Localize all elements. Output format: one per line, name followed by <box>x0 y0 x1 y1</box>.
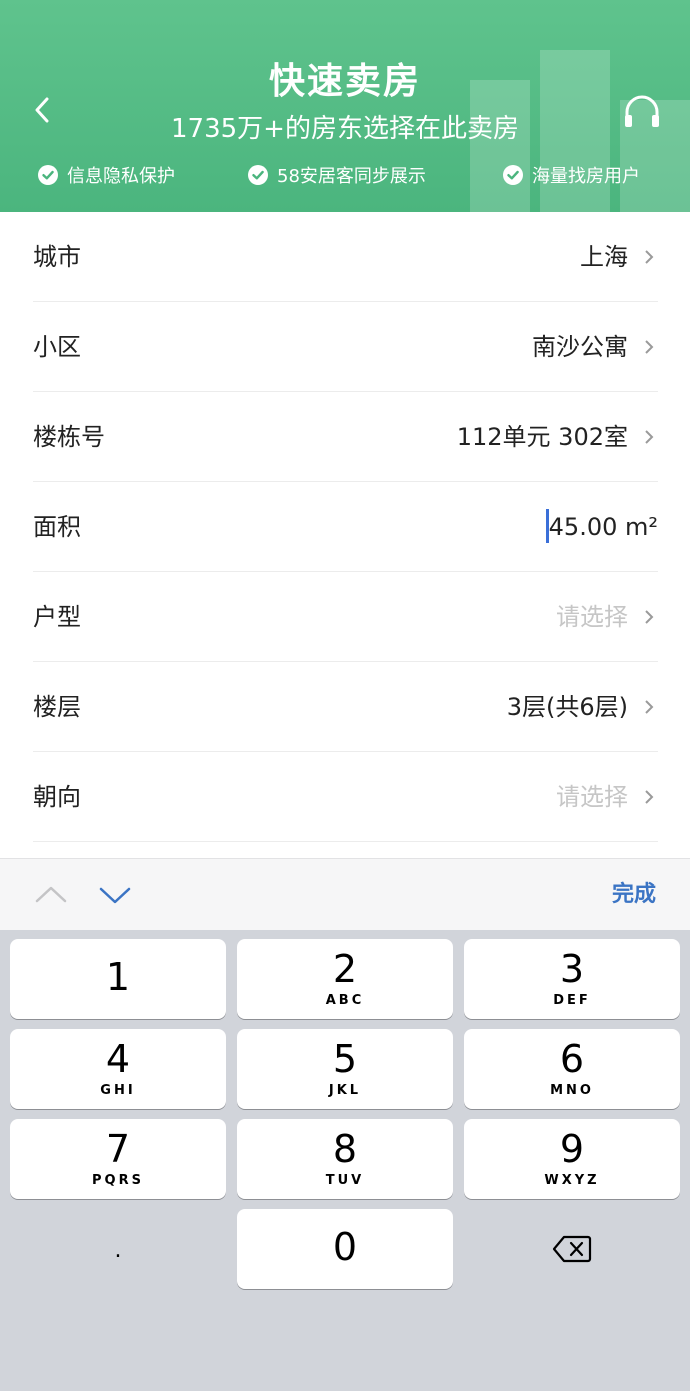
key-0[interactable]: 0 <box>237 1209 453 1289</box>
key-digit: 5 <box>332 1037 358 1081</box>
header: 快速卖房 1735万+的房东选择在此卖房 信息隐私保护 58安居客同步展示 海量… <box>0 0 690 212</box>
customer-service-button[interactable] <box>620 90 664 134</box>
backspace-icon <box>552 1235 592 1263</box>
form-row-area[interactable]: 面积 45.00 m² <box>33 482 658 572</box>
key-9[interactable]: 9 WXYZ <box>464 1119 680 1199</box>
feature-label: 信息隐私保护 <box>67 166 175 187</box>
numeric-keypad: 1 2 ABC 3 DEF 4 GHI 5 JKL 6 MNO 7 PQRS 8… <box>0 930 690 1391</box>
field-label: 面积 <box>33 513 81 541</box>
chevron-up-icon[interactable] <box>34 881 68 909</box>
key-letters: GHI <box>100 1083 136 1098</box>
key-letters: ABC <box>325 993 365 1008</box>
area-input[interactable]: 45.00 m² <box>545 482 658 572</box>
check-circle-icon <box>503 165 523 185</box>
key-1[interactable]: 1 <box>10 939 226 1019</box>
feature-item-privacy: 信息隐私保护 <box>38 160 175 190</box>
field-label: 朝向 <box>33 783 81 811</box>
key-3[interactable]: 3 DEF <box>464 939 680 1019</box>
form-row-city[interactable]: 城市 上海 <box>33 212 658 302</box>
page-subtitle: 1735万+的房东选择在此卖房 <box>171 114 519 144</box>
page-title: 快速卖房 <box>268 61 421 102</box>
headset-icon <box>625 95 659 127</box>
chevron-right-icon <box>645 610 654 624</box>
area-input-value: 45.00 m² <box>548 513 658 541</box>
chevron-right-icon <box>645 790 654 804</box>
check-circle-icon <box>248 165 268 185</box>
feature-label: 58安居客同步展示 <box>277 166 426 187</box>
field-label: 楼栋号 <box>33 423 105 451</box>
key-digit: 3 <box>559 947 585 991</box>
key-backspace[interactable] <box>464 1209 680 1289</box>
key-letters: TUV <box>325 1173 365 1188</box>
sell-house-form: 城市 上海 小区 南沙公寓 楼栋号 112单元 302室 面积 45.00 m²… <box>0 212 690 842</box>
feature-label: 海量找房用户 <box>532 166 640 187</box>
key-letters: MNO <box>550 1083 594 1098</box>
chevron-right-icon <box>645 430 654 444</box>
field-placeholder: 请选择 <box>556 783 628 811</box>
key-digit: 8 <box>332 1127 358 1171</box>
key-6[interactable]: 6 MNO <box>464 1029 680 1109</box>
key-decimal[interactable]: . <box>10 1209 226 1289</box>
key-7[interactable]: 7 PQRS <box>10 1119 226 1199</box>
check-circle-icon <box>38 165 58 185</box>
key-4[interactable]: 4 GHI <box>10 1029 226 1109</box>
feature-item-sync: 58安居客同步展示 <box>248 160 426 190</box>
text-cursor <box>545 509 549 543</box>
form-row-layout[interactable]: 户型 请选择 <box>33 572 658 662</box>
field-value: 上海 <box>580 243 628 271</box>
field-value: 3层(共6层) <box>506 693 628 721</box>
field-label: 户型 <box>33 603 81 631</box>
key-2[interactable]: 2 ABC <box>237 939 453 1019</box>
key-letters: WXYZ <box>544 1173 600 1188</box>
key-letters: DEF <box>553 993 591 1008</box>
key-digit: 1 <box>105 955 131 999</box>
form-row-building[interactable]: 楼栋号 112单元 302室 <box>33 392 658 482</box>
form-row-community[interactable]: 小区 南沙公寓 <box>33 302 658 392</box>
chevron-right-icon <box>645 340 654 354</box>
chevron-down-icon[interactable] <box>98 881 132 909</box>
feature-list: 信息隐私保护 58安居客同步展示 海量找房用户 <box>0 160 690 190</box>
key-digit: . <box>114 1238 122 1263</box>
key-digit: 9 <box>559 1127 585 1171</box>
key-digit: 2 <box>332 947 358 991</box>
key-digit: 7 <box>105 1127 131 1171</box>
feature-item-users: 海量找房用户 <box>503 160 640 190</box>
key-digit: 4 <box>105 1037 131 1081</box>
done-button[interactable]: 完成 <box>612 859 656 931</box>
field-value: 南沙公寓 <box>532 333 628 361</box>
field-label: 楼层 <box>33 693 81 721</box>
field-placeholder: 请选择 <box>556 603 628 631</box>
key-letters: JKL <box>328 1083 362 1098</box>
field-label: 城市 <box>33 243 81 271</box>
chevron-right-icon <box>645 250 654 264</box>
key-letters: PQRS <box>92 1173 144 1188</box>
key-digit: 0 <box>332 1225 358 1269</box>
form-row-floor[interactable]: 楼层 3层(共6层) <box>33 662 658 752</box>
chevron-right-icon <box>645 700 654 714</box>
key-8[interactable]: 8 TUV <box>237 1119 453 1199</box>
keyboard-accessory-bar: 完成 <box>0 858 690 930</box>
key-5[interactable]: 5 JKL <box>237 1029 453 1109</box>
key-digit: 6 <box>559 1037 585 1081</box>
field-label: 小区 <box>33 333 81 361</box>
field-value: 112单元 302室 <box>456 423 628 451</box>
form-row-orientation[interactable]: 朝向 请选择 <box>33 752 658 842</box>
